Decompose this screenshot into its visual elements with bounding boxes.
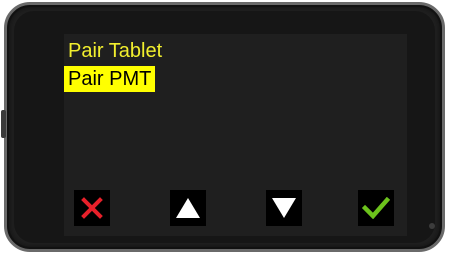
device-sensor-dot (429, 223, 435, 229)
menu-item-pair-tablet[interactable]: Pair Tablet (66, 38, 166, 66)
device-side-button (1, 110, 6, 138)
menu-item-pair-pmt[interactable]: Pair PMT (64, 66, 166, 94)
checkmark-icon (362, 197, 390, 219)
menu-item-label[interactable]: Pair PMT (64, 66, 156, 92)
pairing-menu: Pair Tablet Pair PMT (64, 38, 166, 94)
down-triangle-icon (272, 198, 296, 218)
x-icon (81, 197, 103, 219)
up-button[interactable] (170, 190, 206, 226)
menu-item-label[interactable]: Pair Tablet (66, 40, 166, 62)
display-screen: Pair Tablet Pair PMT (64, 34, 407, 236)
confirm-button[interactable] (358, 190, 394, 226)
up-triangle-icon (176, 198, 200, 218)
cancel-button[interactable] (74, 190, 110, 226)
down-button[interactable] (266, 190, 302, 226)
